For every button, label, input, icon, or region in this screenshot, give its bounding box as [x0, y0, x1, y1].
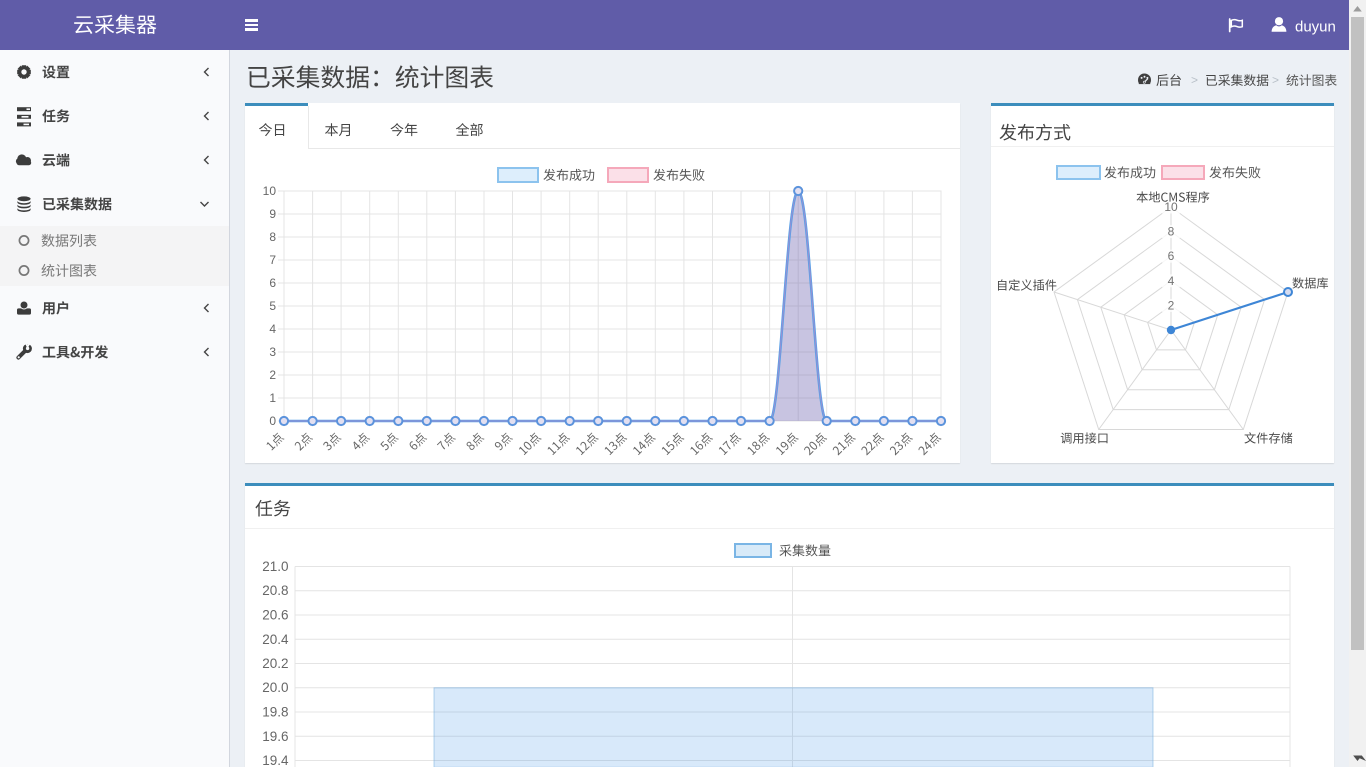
svg-text:duyun: duyun: [1295, 19, 1336, 36]
svg-text:20.8: 20.8: [262, 583, 288, 598]
svg-text:4: 4: [269, 322, 276, 336]
svg-text:19.6: 19.6: [262, 729, 288, 744]
svg-text:20.4: 20.4: [262, 632, 289, 647]
svg-text:1: 1: [269, 391, 276, 405]
svg-text:21.0: 21.0: [262, 559, 288, 574]
svg-text:8: 8: [1168, 225, 1175, 239]
svg-text:0: 0: [269, 414, 276, 428]
svg-text:6: 6: [1168, 249, 1175, 263]
svg-text:9: 9: [269, 207, 276, 221]
svg-text:2: 2: [269, 368, 276, 382]
svg-text:10: 10: [263, 184, 277, 198]
svg-text:4: 4: [1168, 274, 1175, 288]
svg-text:3: 3: [269, 345, 276, 359]
svg-text:20.2: 20.2: [262, 656, 288, 671]
svg-text:19.4: 19.4: [262, 753, 289, 767]
svg-text:>: >: [1191, 73, 1198, 87]
svg-text:2: 2: [1168, 298, 1175, 312]
svg-text:20.6: 20.6: [262, 608, 288, 623]
svg-text:>: >: [1272, 73, 1279, 87]
svg-text:10: 10: [1164, 200, 1178, 214]
svg-text:7: 7: [269, 253, 276, 267]
svg-text:8: 8: [269, 230, 276, 244]
svg-text:5: 5: [269, 299, 276, 313]
svg-text:19.8: 19.8: [262, 705, 288, 720]
svg-text:6: 6: [269, 276, 276, 290]
svg-text:20.0: 20.0: [262, 680, 288, 695]
